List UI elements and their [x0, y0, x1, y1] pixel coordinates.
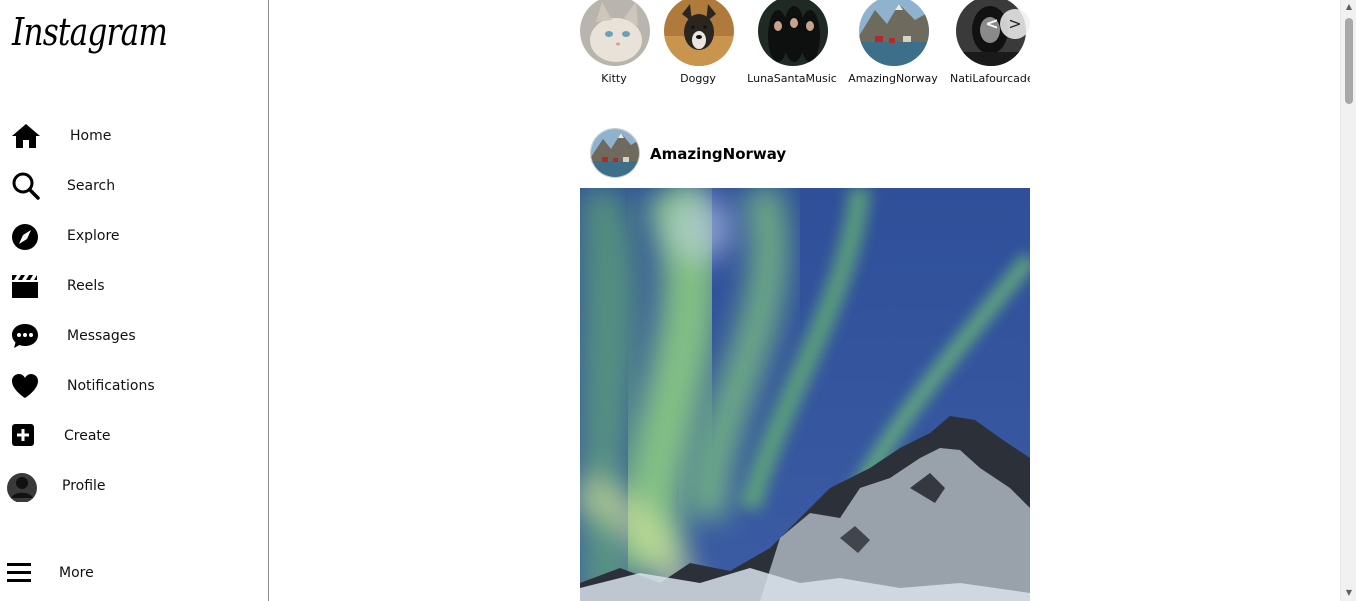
story-avatar-lunasantamusic [758, 0, 828, 66]
main-feed: Kitty Doggy LunaSantaMusic AmazingNorway… [269, 0, 1340, 601]
sidebar-item-label: More [59, 565, 94, 581]
stories-bar: Kitty Doggy LunaSantaMusic AmazingNorway… [580, 0, 1030, 95]
sidebar-item-label: Notifications [67, 378, 155, 394]
sidebar-item-label: Search [67, 178, 116, 194]
sidebar-item-search[interactable]: Search [0, 166, 268, 206]
post-header: AmazingNorway [580, 128, 1030, 180]
sidebar-item-label: Messages [67, 328, 136, 344]
scrollbar-thumb[interactable] [1345, 18, 1353, 104]
story-item[interactable]: LunaSantaMusic [746, 0, 838, 92]
sidebar-item-label: Profile [62, 478, 106, 494]
story-avatar-doggy [664, 0, 734, 66]
story-name: LunaSantaMusic [747, 72, 837, 85]
sidebar-item-notifications[interactable]: Notifications [0, 366, 268, 406]
compass-icon [12, 224, 38, 250]
sidebar-item-label: Create [64, 428, 111, 444]
post-username[interactable]: AmazingNorway [650, 145, 786, 163]
story-item[interactable]: Kitty [580, 0, 660, 92]
story-name: Kitty [601, 72, 627, 85]
clapperboard-icon [12, 275, 38, 298]
sidebar: Instagram Home Search Explore Reels Mess… [0, 0, 269, 601]
instagram-logo[interactable]: Instagram [12, 10, 168, 54]
story-avatar-amazingnorway [859, 0, 929, 66]
story-item[interactable]: Doggy [652, 0, 744, 92]
sidebar-item-profile[interactable]: Profile [0, 466, 268, 506]
story-name: NatiLafourcade [950, 72, 1030, 85]
story-name: Doggy [680, 72, 716, 85]
sidebar-item-more[interactable]: More [0, 553, 268, 593]
search-icon [12, 172, 40, 200]
home-icon [12, 124, 40, 148]
heart-icon [12, 374, 38, 398]
chat-bubble-icon [12, 324, 38, 348]
sidebar-item-create[interactable]: Create [0, 416, 268, 456]
page-scrollbar[interactable]: ▲ ▼ [1340, 0, 1356, 601]
plus-square-icon [12, 424, 34, 446]
sidebar-item-label: Explore [67, 228, 120, 244]
sidebar-item-messages[interactable]: Messages [0, 316, 268, 356]
aurora-borealis-image [580, 188, 1030, 601]
scroll-up-arrow-icon[interactable]: ▲ [1344, 2, 1354, 12]
hamburger-menu-icon [7, 563, 31, 582]
avatar-icon [7, 473, 37, 502]
sidebar-item-home[interactable]: Home [0, 116, 268, 156]
story-name: AmazingNorway [848, 72, 938, 85]
story-avatar-kitty [580, 0, 650, 66]
scroll-down-arrow-icon[interactable]: ▼ [1344, 588, 1354, 598]
post-author-avatar[interactable] [590, 128, 640, 178]
sidebar-item-explore[interactable]: Explore [0, 216, 268, 256]
stories-next-button[interactable]: > [1000, 9, 1030, 39]
sidebar-item-label: Home [70, 128, 112, 144]
story-item[interactable]: AmazingNorway [847, 0, 939, 92]
sidebar-item-reels[interactable]: Reels [0, 266, 268, 306]
post-image[interactable] [580, 188, 1030, 601]
sidebar-item-label: Reels [67, 278, 105, 294]
